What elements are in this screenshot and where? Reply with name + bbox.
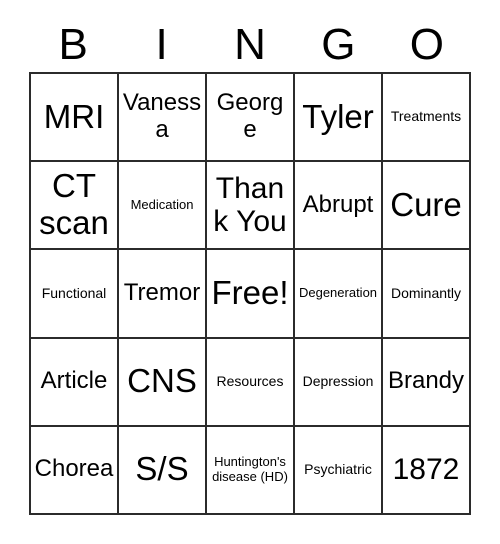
bingo-cell-label: Thank You bbox=[213, 171, 287, 239]
bingo-cell[interactable]: Vanessa bbox=[119, 74, 207, 163]
bingo-cell-label: Tyler bbox=[302, 97, 374, 135]
bingo-cell[interactable]: MRI bbox=[31, 74, 119, 163]
bingo-cell[interactable]: Article bbox=[31, 338, 119, 427]
bingo-cell[interactable]: Depression bbox=[295, 338, 383, 427]
bingo-cell[interactable]: Thank You bbox=[207, 162, 295, 251]
bingo-cell-label: Dominantly bbox=[390, 284, 462, 301]
bingo-cell-label: Free! bbox=[211, 274, 289, 312]
bingo-cell[interactable]: Degeneration bbox=[295, 250, 383, 339]
bingo-cell[interactable]: Tyler bbox=[295, 74, 383, 163]
bingo-cell-label: Cure bbox=[390, 185, 462, 223]
bingo-cell-label: S/S bbox=[135, 450, 189, 488]
header-letter-n: N bbox=[234, 20, 266, 69]
bingo-cell-label: MRI bbox=[43, 97, 105, 135]
bingo-header: B I N G O bbox=[29, 18, 471, 72]
bingo-cell[interactable]: Tremor bbox=[119, 250, 207, 339]
bingo-cell-label: Functional bbox=[41, 284, 107, 301]
bingo-cell-label: Article bbox=[40, 367, 108, 395]
bingo-cell-label: Medication bbox=[130, 197, 194, 213]
bingo-cell-label: Degeneration bbox=[298, 285, 378, 301]
bingo-cell-label: 1872 bbox=[392, 453, 460, 487]
bingo-cell[interactable]: Huntington's disease (HD) bbox=[207, 426, 295, 515]
bingo-cell[interactable]: Resources bbox=[207, 338, 295, 427]
bingo-cell-label: Vanessa bbox=[122, 89, 202, 144]
header-letter-g: G bbox=[321, 20, 356, 69]
bingo-cell[interactable]: Functional bbox=[31, 250, 119, 339]
bingo-cell-label: CNS bbox=[127, 362, 197, 400]
bingo-cell[interactable]: CNS bbox=[119, 338, 207, 427]
bingo-cell[interactable]: Psychiatric bbox=[295, 426, 383, 515]
bingo-cell[interactable]: Brandy bbox=[383, 338, 471, 427]
bingo-cell-label: Abrupt bbox=[302, 190, 374, 218]
bingo-cell-label: Tremor bbox=[123, 279, 201, 307]
bingo-cell[interactable]: Abrupt bbox=[295, 162, 383, 251]
bingo-cell-label: Depression bbox=[302, 372, 374, 389]
bingo-cell[interactable]: Medication bbox=[119, 162, 207, 251]
bingo-cell-label: George bbox=[216, 89, 284, 144]
bingo-card: B I N G O MRI Vanessa George Tyler Treatment… bbox=[0, 0, 500, 544]
header-letter-o: O bbox=[409, 20, 444, 69]
bingo-cell[interactable]: Treatments bbox=[383, 74, 471, 163]
bingo-cell[interactable]: S/S bbox=[119, 426, 207, 515]
bingo-cell[interactable]: Chorea bbox=[31, 426, 119, 515]
bingo-cell-label: Treatments bbox=[390, 108, 462, 125]
bingo-cell[interactable]: Dominantly bbox=[383, 250, 471, 339]
bingo-cell-label: Huntington's disease (HD) bbox=[212, 454, 288, 484]
bingo-cell-label: Psychiatric bbox=[304, 461, 372, 478]
bingo-cell-label: Chorea bbox=[34, 455, 114, 483]
header-letter-b: B bbox=[58, 20, 88, 69]
bingo-cell-label: CT scan bbox=[39, 167, 109, 242]
header-letter-i: I bbox=[155, 20, 168, 69]
bingo-cell-label: Resources bbox=[216, 372, 284, 389]
bingo-cell-label: Brandy bbox=[387, 367, 465, 395]
bingo-cell[interactable]: 1872 bbox=[383, 426, 471, 515]
bingo-grid: MRI Vanessa George Tyler Treatments CT scan Me… bbox=[29, 72, 471, 515]
bingo-cell[interactable]: CT scan bbox=[31, 162, 119, 251]
bingo-cell[interactable]: Free! bbox=[207, 250, 295, 339]
bingo-cell[interactable]: George bbox=[207, 74, 295, 163]
bingo-cell[interactable]: Cure bbox=[383, 162, 471, 251]
